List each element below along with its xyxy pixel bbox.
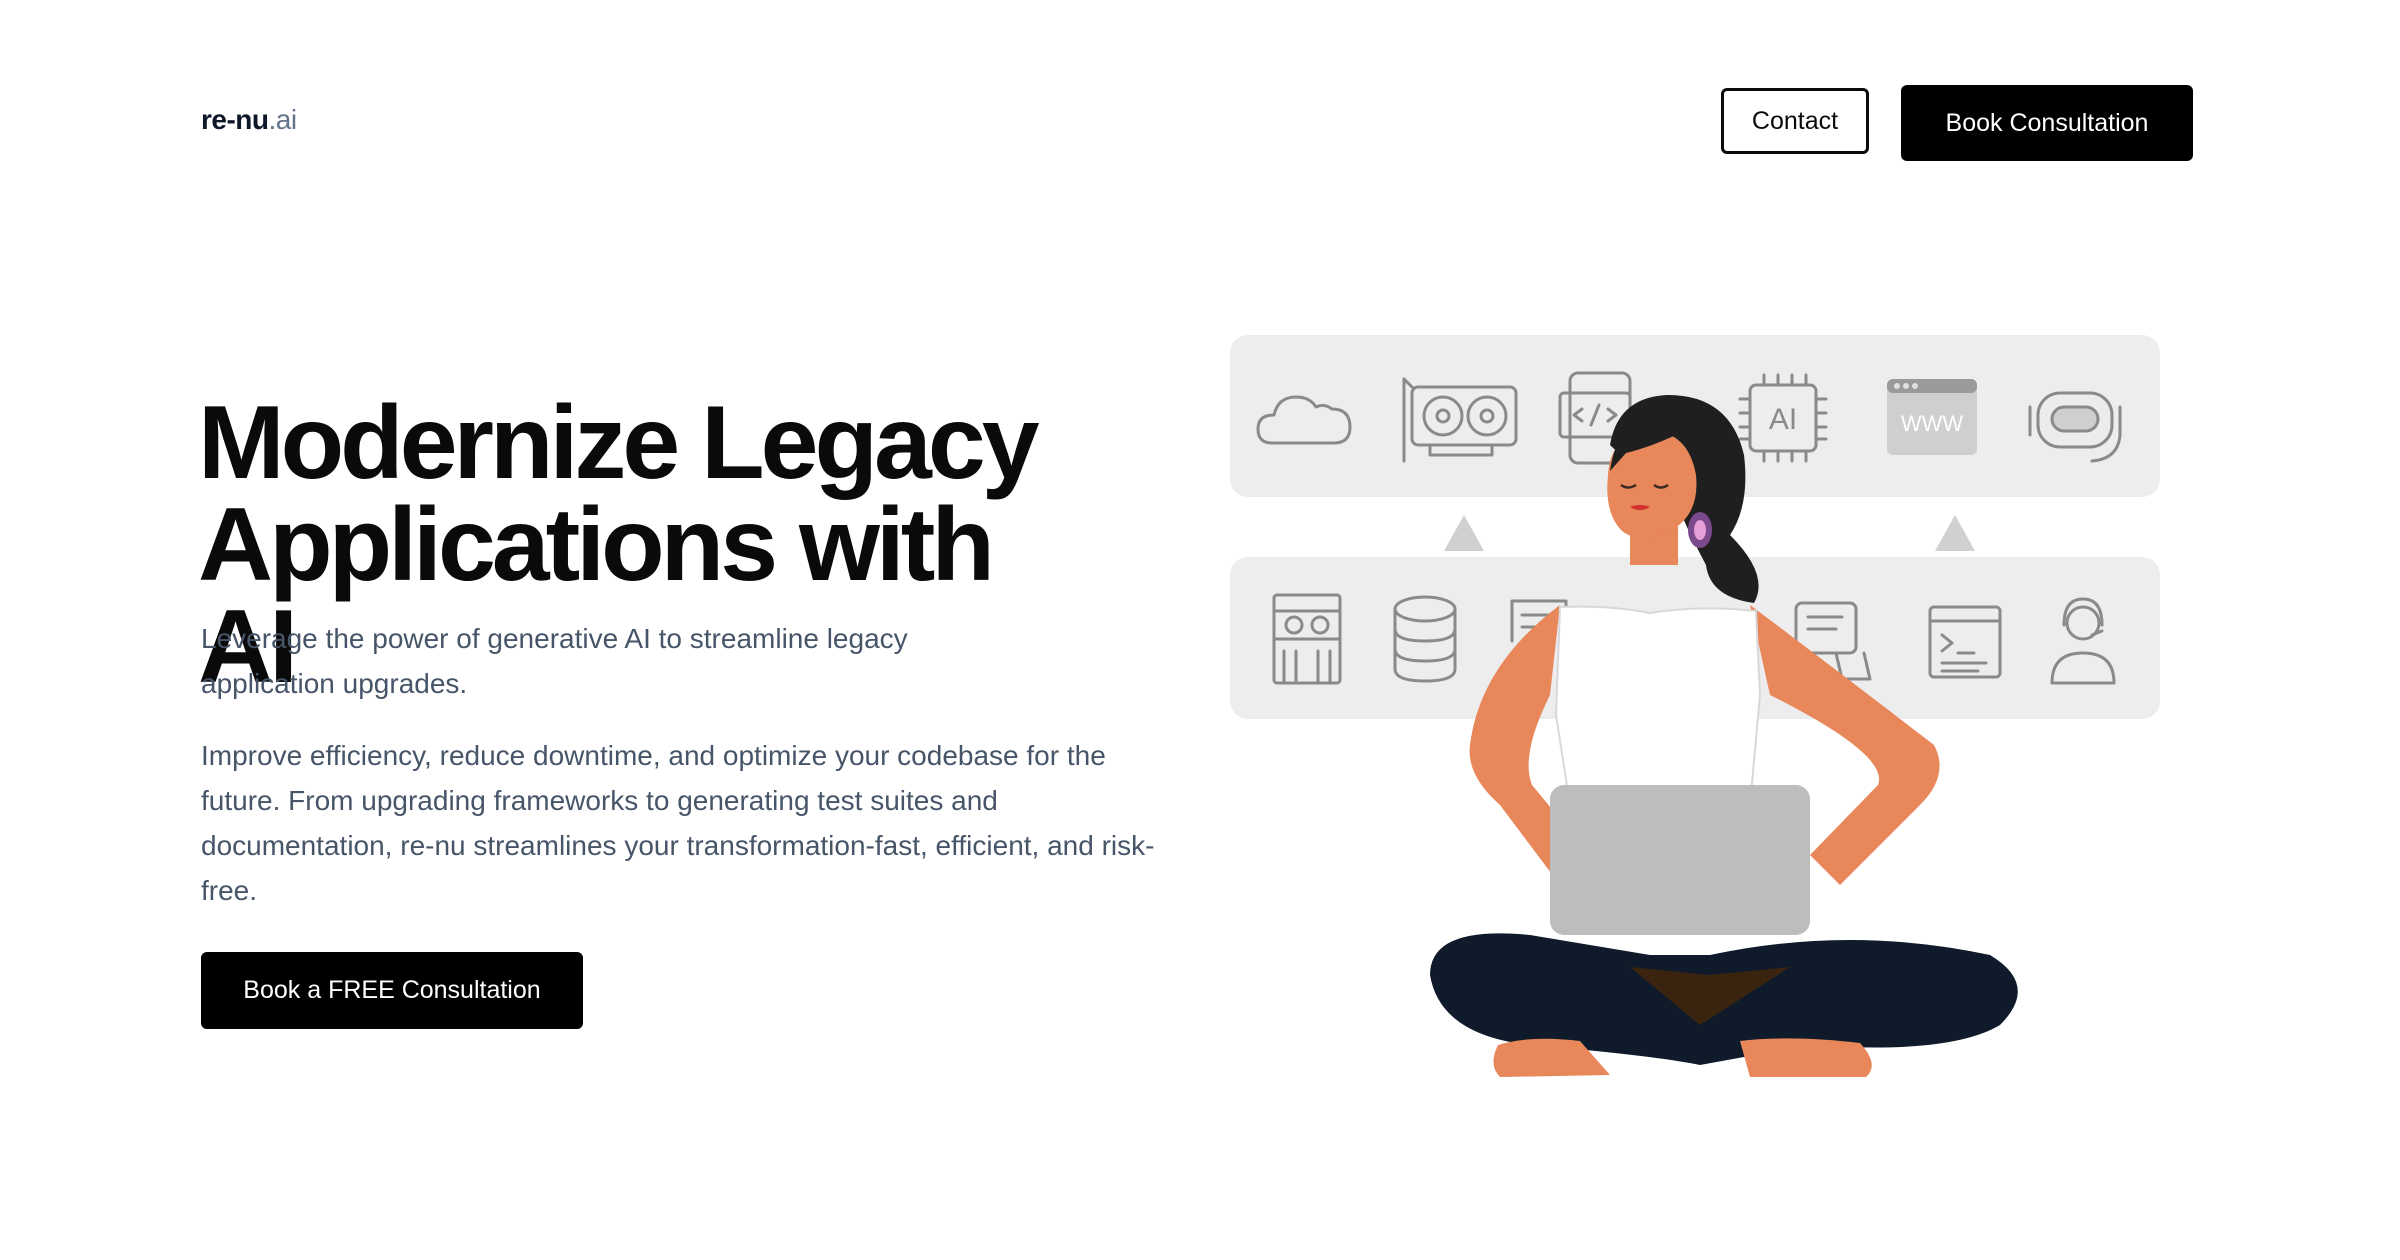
hero-subtitle: Leverage the power of generative AI to s… xyxy=(201,623,908,699)
logo[interactable]: re-nu.ai xyxy=(201,104,297,136)
woman-figure xyxy=(1430,395,2018,1077)
ai-chip-text: AI xyxy=(1769,403,1797,436)
logo-suffix: .ai xyxy=(268,104,298,135)
arrow-up-icon xyxy=(1935,515,1975,551)
contact-button[interactable]: Contact xyxy=(1721,88,1869,154)
hero-title-line1: Modernize Legacy xyxy=(198,385,1040,501)
hero-illustration: WWW AI xyxy=(1230,335,2160,1095)
book-free-consultation-button[interactable]: Book a FREE Consultation xyxy=(201,952,583,1029)
arrow-up-icon xyxy=(1444,515,1484,551)
www-browser-icon: WWW xyxy=(1887,379,1977,455)
hero-description: Improve efficiency, reduce downtime, and… xyxy=(201,740,1155,906)
book-consultation-button[interactable]: Book Consultation xyxy=(1901,85,2193,161)
logo-main: re-nu xyxy=(201,104,269,135)
www-text: WWW xyxy=(1901,411,1964,436)
